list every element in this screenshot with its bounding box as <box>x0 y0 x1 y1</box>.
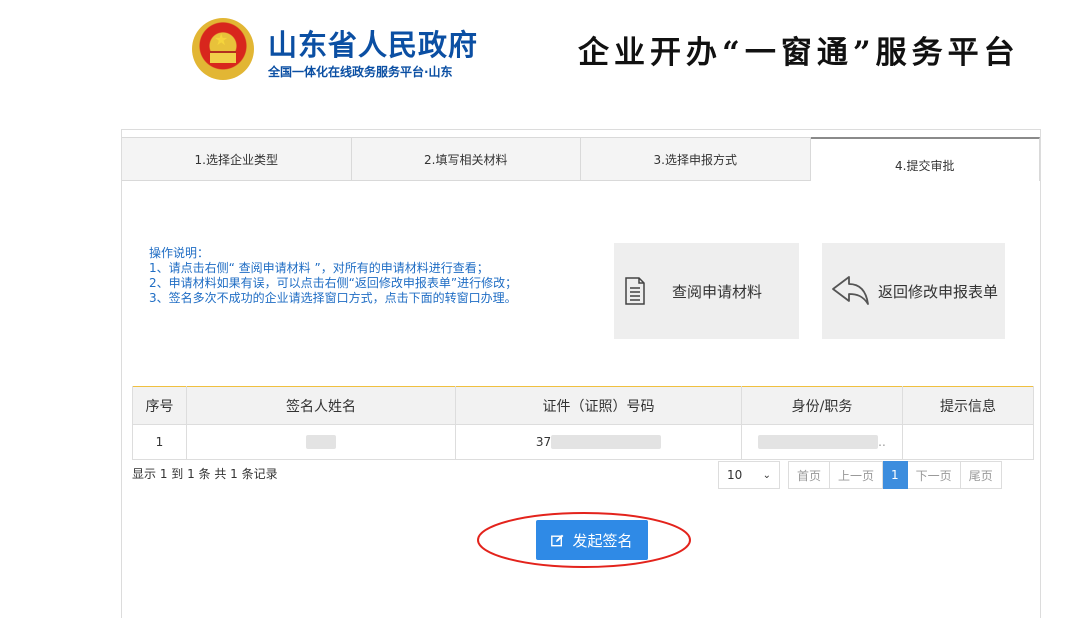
gov-title: 山东省人民政府 <box>268 28 479 62</box>
first-page-button[interactable]: 首页 <box>788 461 831 489</box>
table-header-row: 序号 签名人姓名 证件（证照）号码 身份/职务 提示信息 <box>132 386 1034 425</box>
prev-page-button[interactable]: 上一页 <box>830 461 884 489</box>
return-edit-button[interactable]: 返回修改申报表单 <box>822 243 1005 339</box>
pagination: 10 ⌄ 首页 上一页 1 下一页 尾页 <box>718 461 1002 489</box>
instruction-line-3: 3、签名多次不成功的企业请选择窗口方式，点击下面的转窗口办理。 <box>149 291 517 305</box>
instructions: 操作说明： 1、请点击右侧“ 查阅申请材料 ”，对所有的申请材料进行查看； 2、… <box>149 246 517 306</box>
edit-icon <box>551 534 564 546</box>
table-row: 1 37 .. <box>132 424 1034 460</box>
role-ellipsis: .. <box>878 434 886 449</box>
initiate-signature-button[interactable]: 发起签名 <box>536 520 648 560</box>
id-prefix: 37 <box>535 434 552 449</box>
tab-step-1[interactable]: 1.选择企业类型 <box>122 137 352 181</box>
view-materials-label: 查阅申请材料 <box>672 282 763 301</box>
row-tip <box>902 424 1034 460</box>
chevron-down-icon: ⌄ <box>762 469 771 481</box>
col-index[interactable]: 序号 <box>132 386 187 425</box>
last-page-button[interactable]: 尾页 <box>960 461 1002 489</box>
instruction-line-2: 2、申请材料如果有误，可以点击右侧“返回修改申报表单”进行修改； <box>149 276 518 290</box>
col-tip[interactable]: 提示信息 <box>902 386 1034 425</box>
col-role[interactable]: 身份/职务 <box>741 386 903 425</box>
instructions-title: 操作说明： <box>149 246 210 260</box>
back-arrow-icon <box>832 276 869 305</box>
platform-title: 企业开办“一窗通”服务平台 <box>578 35 1020 71</box>
initiate-signature-label: 发起签名 <box>572 531 633 550</box>
submission-panel: 1.选择企业类型 2.填写相关材料 3.选择申报方式 4.提交审批 操作说明： … <box>121 129 1041 618</box>
row-role: .. <box>741 424 903 460</box>
step-tabs: 1.选择企业类型 2.填写相关材料 3.选择申报方式 4.提交审批 <box>122 137 1040 181</box>
row-index: 1 <box>132 424 187 460</box>
redacted-id <box>551 435 662 450</box>
records-summary: 显示 1 到 1 条 共 1 条记录 <box>132 467 278 481</box>
redacted-role <box>758 435 879 450</box>
gov-subtitle: 全国一体化在线政务服务平台·山东 <box>268 65 453 79</box>
page-size-select[interactable]: 10 ⌄ <box>718 461 780 489</box>
col-signer-name[interactable]: 签名人姓名 <box>186 386 456 425</box>
return-edit-label: 返回修改申报表单 <box>878 282 999 301</box>
national-emblem-logo: ★ <box>192 18 254 80</box>
col-id-number[interactable]: 证件（证照）号码 <box>455 386 742 425</box>
current-page-button[interactable]: 1 <box>883 461 908 489</box>
document-icon <box>625 277 645 305</box>
page-size-value: 10 <box>727 468 743 482</box>
tab-step-3[interactable]: 3.选择申报方式 <box>581 137 811 181</box>
view-materials-button[interactable]: 查阅申请材料 <box>614 243 799 339</box>
tab-step-4[interactable]: 4.提交审批 <box>810 137 1040 181</box>
panel-top-border <box>122 129 1040 130</box>
tiananmen-gate-icon <box>210 51 236 63</box>
row-signer-name <box>186 424 456 460</box>
tab-step-2[interactable]: 2.填写相关材料 <box>351 137 581 181</box>
redacted-name <box>306 435 336 450</box>
instruction-line-1: 1、请点击右侧“ 查阅申请材料 ”，对所有的申请材料进行查看； <box>149 261 489 275</box>
row-id-number: 37 <box>455 424 742 460</box>
signer-table: 序号 签名人姓名 证件（证照）号码 身份/职务 提示信息 1 37 .. <box>132 386 1034 460</box>
star-icon: ★ <box>214 30 229 49</box>
next-page-button[interactable]: 下一页 <box>907 461 961 489</box>
